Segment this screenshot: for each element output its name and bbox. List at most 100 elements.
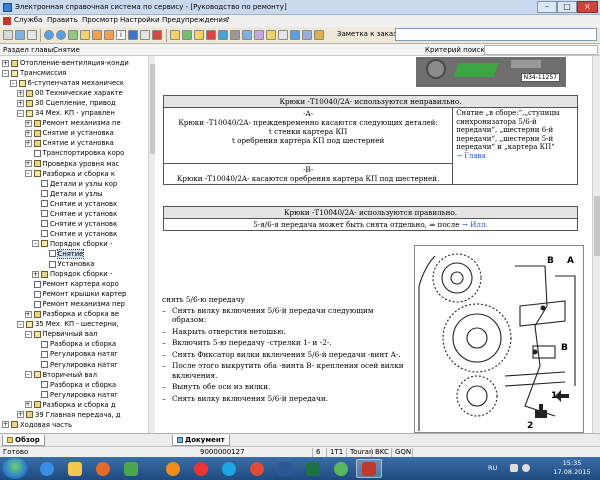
expand-icon[interactable]: + — [24, 119, 32, 127]
tree-item[interactable]: Установка — [0, 259, 148, 269]
search-criteria-input[interactable] — [484, 45, 598, 55]
tree-item[interactable]: – 34 Мех. КП - управлен — [0, 108, 148, 118]
tree-item[interactable]: Детали и узлы кор — [0, 179, 148, 189]
menu-edit[interactable]: Править — [47, 16, 78, 24]
open-icon[interactable] — [3, 30, 13, 40]
mail-icon[interactable] — [278, 30, 288, 40]
collapse-icon[interactable]: – — [2, 69, 9, 77]
illustration-link[interactable]: → Илл. — [462, 220, 488, 229]
tree-item[interactable]: Ремонт крышки картер — [0, 289, 148, 299]
tree-item[interactable]: Ремонт картера коро — [0, 279, 148, 289]
collapse-icon[interactable]: – — [24, 371, 32, 379]
tree-item[interactable]: + Проверка уровня мас — [0, 159, 148, 169]
down-icon[interactable] — [104, 30, 114, 40]
taskbar-media-icon[interactable] — [90, 459, 116, 478]
taskbar-skype-icon[interactable] — [216, 459, 242, 478]
tree-item[interactable]: – Разборка и сборка к — [0, 169, 148, 179]
window-icon[interactable] — [302, 30, 312, 40]
order-note-input[interactable] — [395, 28, 597, 41]
collapse-icon[interactable]: – — [24, 330, 32, 338]
expand-icon[interactable]: + — [32, 270, 39, 278]
expand-icon[interactable]: + — [24, 160, 32, 167]
tree-item[interactable]: + Разборка и сборка д — [0, 400, 148, 410]
lock-icon[interactable] — [314, 30, 324, 40]
bookmark-icon[interactable] — [170, 30, 180, 40]
tree-scrollbar[interactable] — [148, 56, 155, 433]
expand-icon[interactable]: + — [17, 89, 24, 97]
print-icon[interactable] — [27, 30, 37, 40]
taskbar-app-icon[interactable] — [118, 459, 144, 478]
tree-item[interactable]: – Вторичный вал — [0, 370, 148, 380]
tree-item[interactable]: Разборка и сборка — [0, 380, 148, 390]
tree-item[interactable]: + Снятие и установка — [0, 138, 148, 148]
tree-item[interactable]: +30 Сцепление, привод — [0, 98, 148, 108]
minimize-button[interactable]: – — [537, 1, 557, 13]
tree-item[interactable]: +00 Технические характе — [0, 88, 148, 98]
back-icon[interactable] — [44, 30, 54, 40]
tree-item[interactable]: Регулировка натяг — [0, 360, 148, 370]
settings-icon[interactable] — [230, 30, 240, 40]
save-icon[interactable] — [15, 30, 25, 40]
tree-item[interactable]: Регулировка натяг — [0, 349, 148, 359]
tree-item[interactable]: + Разборка и сборка ве — [0, 309, 148, 319]
tree-item[interactable]: Снятие и установк — [0, 209, 148, 219]
expand-icon[interactable]: + — [24, 310, 32, 318]
list-icon[interactable] — [182, 30, 192, 40]
expand-icon[interactable]: + — [24, 139, 32, 147]
tools-icon[interactable] — [194, 30, 204, 40]
tree-item[interactable]: Транспортировка коро — [0, 148, 148, 158]
start-button[interactable] — [2, 458, 28, 479]
tree-item[interactable]: + Отопление-вентиляция-конди — [0, 58, 148, 68]
note-icon[interactable] — [80, 30, 90, 40]
tree-item[interactable]: Снятие — [0, 248, 148, 259]
tree-item[interactable]: – Порядок сборки - — [0, 239, 148, 249]
expand-icon[interactable]: + — [17, 411, 24, 419]
help-icon[interactable] — [290, 30, 300, 40]
tree-item[interactable]: – Трансмиссия — [0, 68, 148, 78]
expand-icon[interactable]: + — [24, 401, 32, 409]
taskbar-chrome-icon[interactable] — [244, 459, 270, 478]
tree-item[interactable]: + Ремонт механизма пе — [0, 118, 148, 128]
export-icon[interactable] — [266, 30, 276, 40]
tab-overview[interactable]: Обзор — [2, 435, 45, 446]
menu-settings[interactable]: Настройки — [120, 16, 160, 24]
taskbar-yandex-icon[interactable] — [188, 459, 214, 478]
stop-icon[interactable] — [152, 30, 162, 40]
tree-item[interactable]: + Снятие и установка — [0, 128, 148, 138]
up-icon[interactable] — [92, 30, 102, 40]
collapse-icon[interactable]: – — [17, 320, 24, 328]
find-icon[interactable] — [140, 30, 150, 40]
taskbar-elsa-icon[interactable] — [356, 459, 382, 478]
taskbar-ie-icon[interactable] — [34, 459, 60, 478]
forward-icon[interactable] — [56, 30, 66, 40]
tree-icon[interactable] — [242, 30, 252, 40]
info-icon[interactable]: i — [116, 30, 126, 40]
collapse-icon[interactable]: – — [17, 109, 24, 117]
collapse-icon[interactable]: – — [24, 170, 32, 178]
tree-item[interactable]: – 35 Мех. КП - шестерни, — [0, 319, 148, 329]
tree-item[interactable]: Снятие и установк — [0, 199, 148, 209]
home-icon[interactable] — [68, 30, 78, 40]
menu-view[interactable]: Просмотр — [82, 16, 118, 24]
expand-icon[interactable]: + — [2, 59, 9, 67]
tree-item[interactable]: + Ходовая часть — [0, 420, 148, 430]
taskbar-excel-icon[interactable] — [300, 459, 326, 478]
tree-item[interactable]: – Первичный вал — [0, 329, 148, 339]
maximize-button[interactable]: □ — [557, 1, 577, 13]
chapter-link[interactable]: → Глава — [456, 152, 485, 160]
refresh-icon[interactable] — [206, 30, 216, 40]
menu-help[interactable]: ? — [226, 16, 230, 24]
clock[interactable]: 15:35 17.08.2015 — [552, 459, 592, 477]
tree-item[interactable]: – 6-ступенчатая механическ — [0, 78, 148, 88]
tree-item[interactable]: Разборка и сборка — [0, 339, 148, 349]
menu-warnings[interactable]: Предупреждения — [162, 16, 227, 24]
volume-icon[interactable] — [522, 464, 530, 472]
tree-item[interactable]: +39 Главная передача, д — [0, 410, 148, 420]
tab-document[interactable]: Документ — [172, 435, 230, 446]
taskbar-explorer-icon[interactable] — [62, 459, 88, 478]
menu-service[interactable]: Служба — [14, 16, 42, 24]
search-icon[interactable] — [128, 30, 138, 40]
tree-item[interactable]: + Порядок сборки - — [0, 269, 148, 279]
tree-item[interactable]: Ремонт механизма пер — [0, 299, 148, 309]
language-indicator[interactable]: RU — [488, 464, 497, 472]
